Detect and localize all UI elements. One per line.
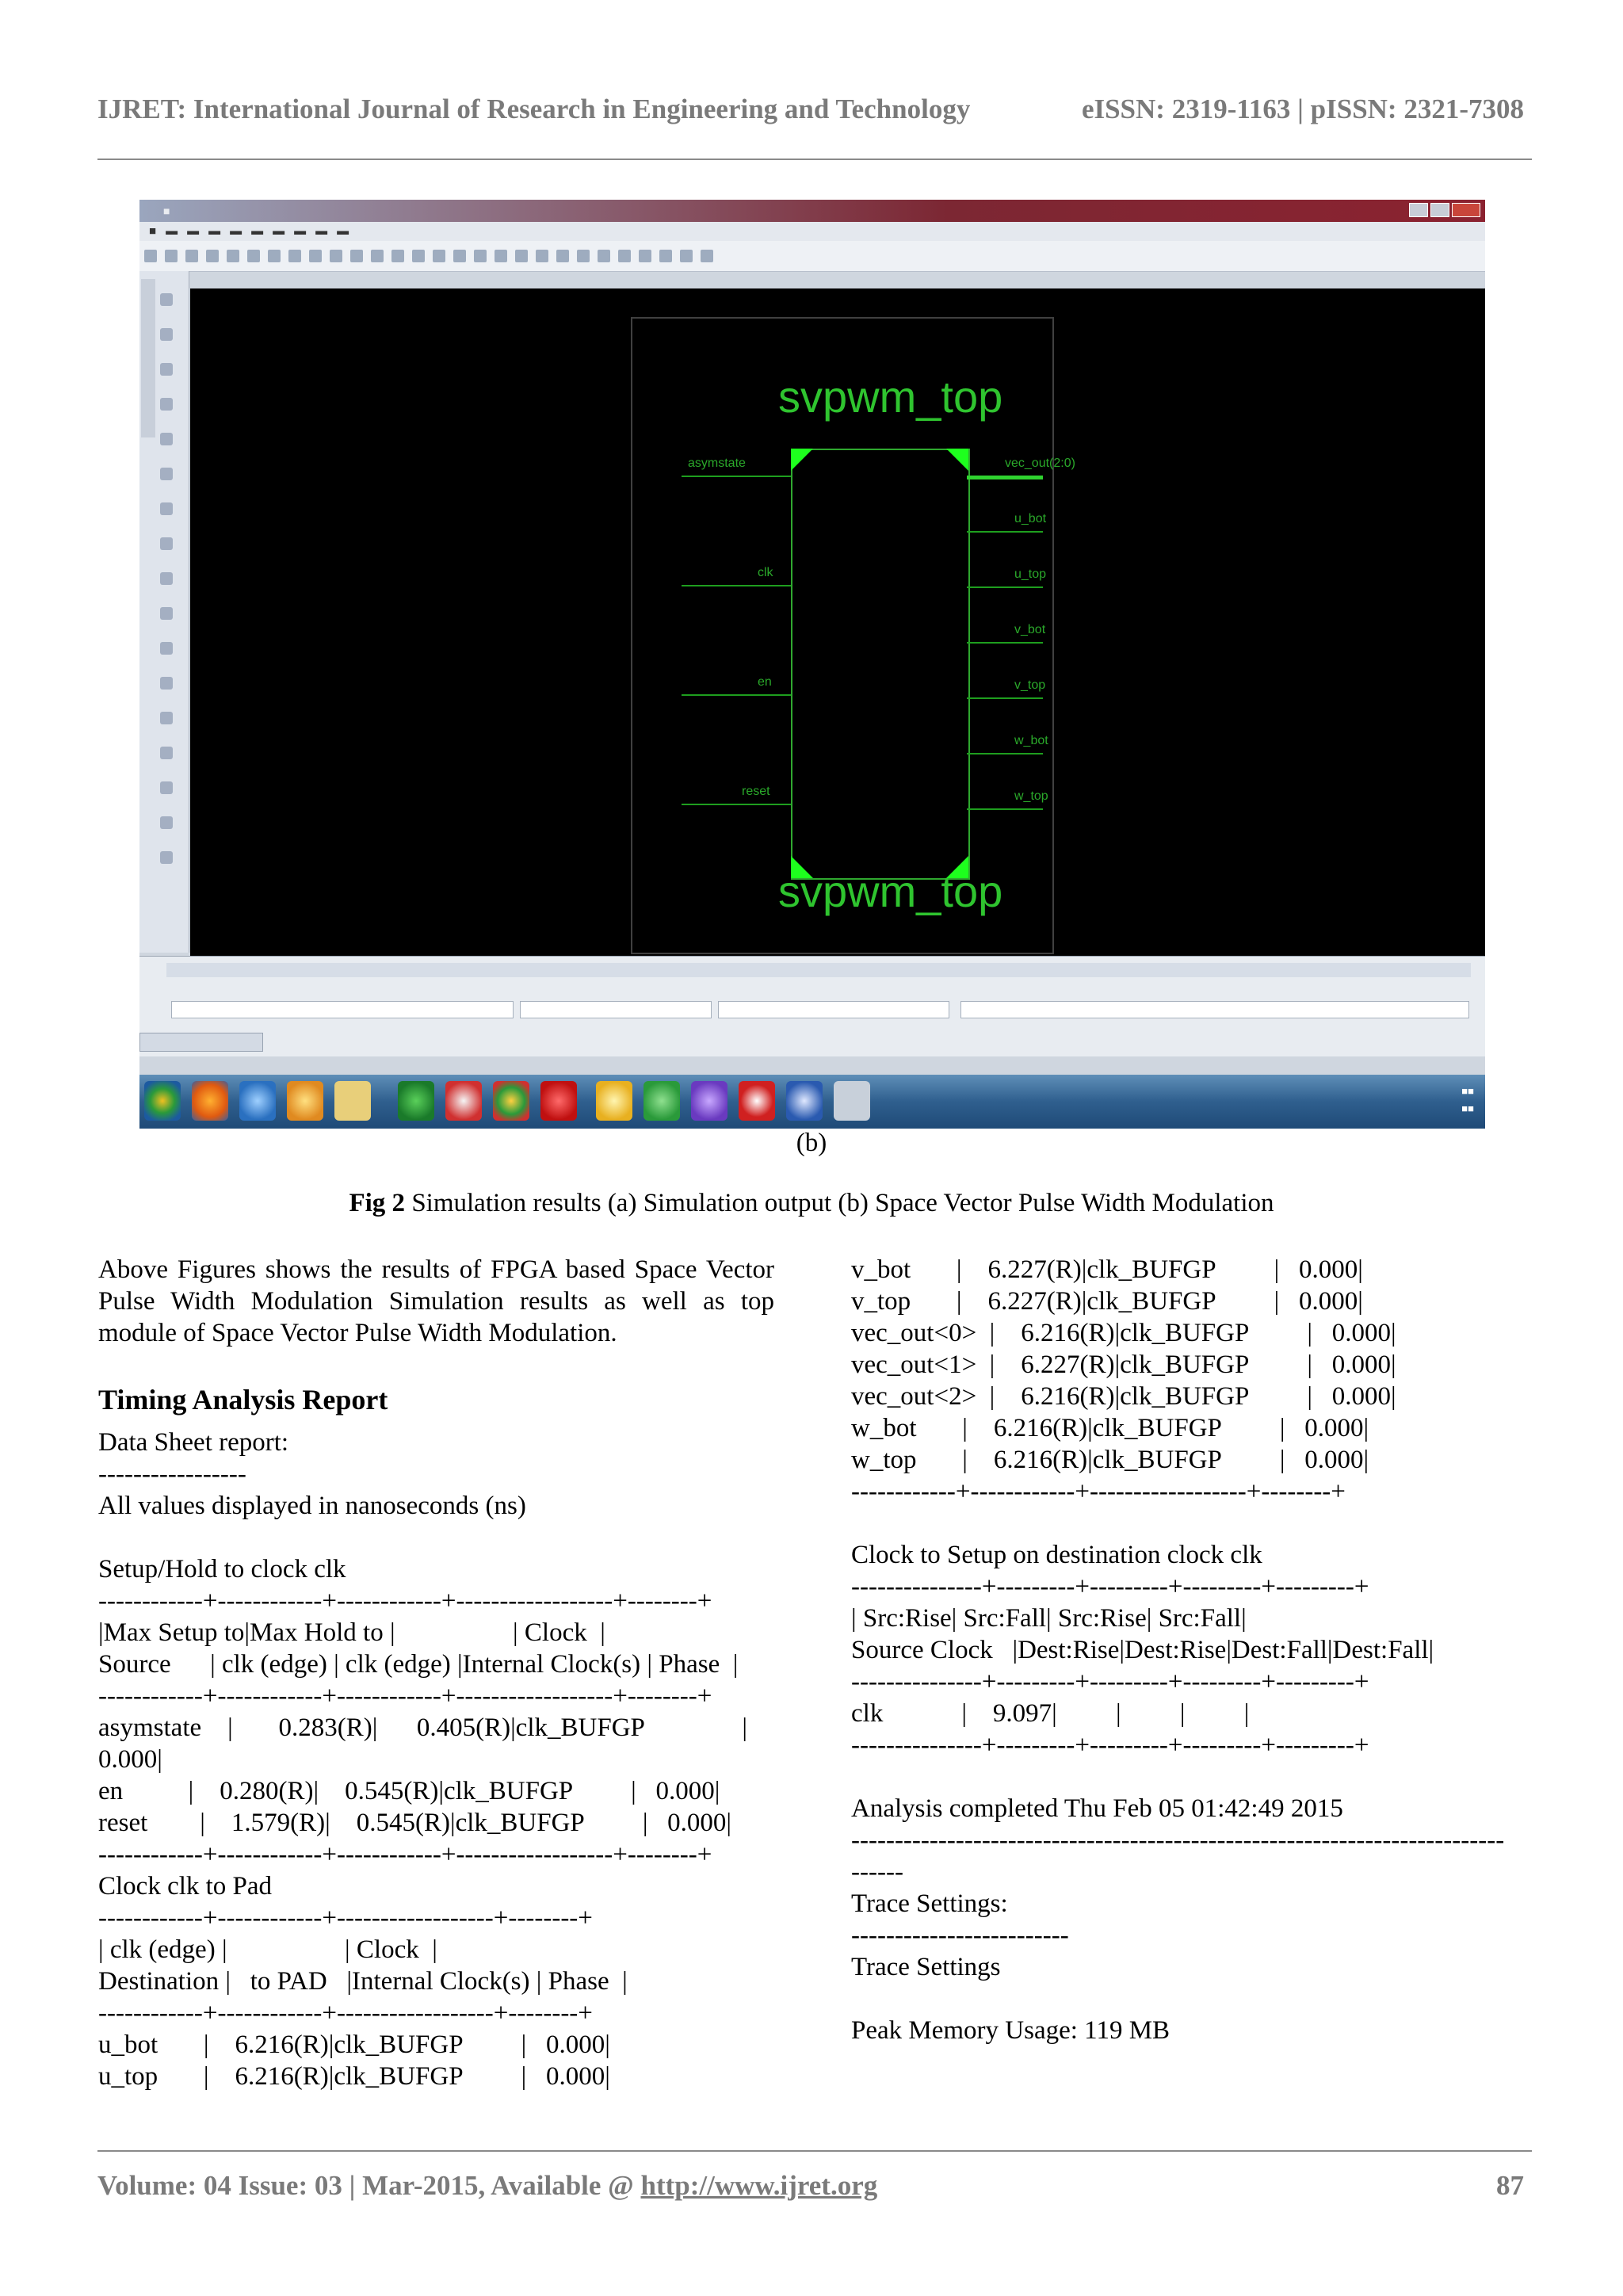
toolbar: [139, 241, 1485, 272]
report-line: [851, 1507, 1533, 1539]
report-line: ------: [851, 1858, 903, 1886]
timing-report-part2: v_bot | 6.227(R)|clk_BUFGP | 0.000| v_top…: [851, 1254, 1533, 2046]
block-name-bottom: svpwm_top: [778, 866, 1003, 916]
schematic-canvas: svpwm_top asymstate clk en reset vec_out…: [190, 288, 1485, 956]
report-line: en | 0.280(R)| 0.545(R)|clk_BUFGP | 0.00…: [98, 1777, 720, 1805]
header-rule: [97, 159, 1532, 160]
report-line: Source | clk (edge) | clk (edge) |Intern…: [98, 1650, 739, 1679]
block-symbol: [791, 449, 970, 880]
os-taskbar: ■■ ■■: [139, 1075, 1485, 1129]
pin-v-top: v_top: [1014, 678, 1046, 692]
report-line: w_bot | 6.216(R)|clk_BUFGP | 0.000|: [851, 1414, 1369, 1442]
pin-u-bot: u_bot: [1014, 512, 1047, 525]
footer-volume: Volume: 04 Issue: 03 | Mar-2015, Availab…: [97, 2170, 641, 2201]
report-line: [851, 1983, 1533, 2015]
report-line: asymstate | 0.283(R)| 0.405(R)|clk_BUFGP…: [98, 1713, 748, 1742]
report-line: vec_out<1> | 6.227(R)|clk_BUFGP | 0.000|: [851, 1350, 1396, 1379]
menu-bar: ■ ▬ ▬ ▬ ▬ ▬ ▬ ▬ ▬ ▬: [139, 222, 1485, 241]
block-name-top: svpwm_top: [778, 372, 1003, 422]
report-line: -------------------------: [851, 1921, 1069, 1950]
report-line: Peak Memory Usage: 119 MB: [851, 2016, 1170, 2045]
page-number: 87: [1496, 2170, 1524, 2201]
pin-v-bot: v_bot: [1014, 623, 1046, 636]
report-line: vec_out<0> | 6.216(R)|clk_BUFGP | 0.000|: [851, 1319, 1396, 1347]
report-line: ------------+------------+------------+-…: [98, 1840, 712, 1869]
pin-w-bot: w_bot: [1014, 734, 1048, 747]
report-line: Trace Settings:: [851, 1889, 1008, 1918]
report-line: w_top | 6.216(R)|clk_BUFGP | 0.000|: [851, 1446, 1369, 1474]
pin-en: en: [758, 675, 772, 689]
report-line: ------------+------------+------------+-…: [98, 1682, 712, 1710]
report-line: | Src:Rise| Src:Fall| Src:Rise| Src:Fall…: [851, 1604, 1247, 1633]
taskbar-clock: ■■ ■■: [1461, 1085, 1474, 1114]
report-line: All values displayed in nanoseconds (ns): [98, 1492, 526, 1520]
report-line: |Max Setup to|Max Hold to | | Clock |: [98, 1618, 605, 1647]
report-line: vec_out<2> | 6.216(R)|clk_BUFGP | 0.000|: [851, 1382, 1396, 1411]
running-footer: Volume: 04 Issue: 03 | Mar-2015, Availab…: [97, 2170, 1524, 2202]
pin-w-top: w_top: [1014, 789, 1048, 803]
report-line: clk | 9.097| | | |: [851, 1699, 1250, 1728]
figure-label: Fig 2: [349, 1189, 406, 1217]
report-line: Clock clk to Pad: [98, 1872, 273, 1901]
pin-clk: clk: [758, 566, 773, 579]
report-line: | clk (edge) | | Clock |: [98, 1935, 437, 1964]
left-tool-panel: [139, 271, 189, 953]
report-line: ---------------+---------+---------+----…: [851, 1572, 1369, 1601]
subfigure-label: (b): [796, 1129, 827, 1157]
report-line: ----------------------------------------…: [851, 1826, 1505, 1855]
report-line: ---------------+---------+---------+----…: [851, 1731, 1369, 1759]
report-line: u_bot | 6.216(R)|clk_BUFGP | 0.000|: [98, 2030, 610, 2059]
report-line: u_top | 6.216(R)|clk_BUFGP | 0.000|: [98, 2062, 610, 2091]
report-line: ------------+------------+--------------…: [98, 1999, 593, 2027]
report-line: v_bot | 6.227(R)|clk_BUFGP | 0.000|: [851, 1255, 1363, 1284]
timing-report-part1: Data Sheet report: ----------------- All v…: [98, 1427, 774, 2092]
report-line: Data Sheet report:: [98, 1428, 289, 1457]
report-line: [98, 1522, 774, 1553]
report-line: -----------------: [98, 1460, 246, 1488]
report-line: ------------+------------+--------------…: [851, 1477, 1346, 1506]
journal-name: IJRET: International Journal of Research…: [97, 94, 971, 124]
pin-u-top: u_top: [1014, 567, 1047, 581]
report-line: Analysis completed Thu Feb 05 01:42:49 2…: [851, 1794, 1343, 1823]
report-line: reset | 1.579(R)| 0.545(R)|clk_BUFGP | 0…: [98, 1809, 732, 1837]
window-titlebar: ■: [139, 200, 1485, 222]
window-controls: [1409, 203, 1480, 217]
running-header: IJRET: International Journal of Research…: [97, 94, 1524, 125]
report-line: Clock to Setup on destination clock clk: [851, 1541, 1262, 1569]
report-line: Trace Settings: [851, 1953, 1001, 1981]
report-line: ------------+------------+--------------…: [98, 1904, 593, 1932]
pin-reset: reset: [742, 785, 770, 798]
figure-caption-text: Simulation results (a) Simulation output…: [405, 1189, 1274, 1217]
section-heading: Timing Analysis Report: [98, 1384, 388, 1415]
report-line: ------------+------------+------------+-…: [98, 1587, 712, 1615]
figure-caption: Fig 2 Simulation results (a) Simulation …: [0, 1189, 1623, 1218]
report-line: [851, 1761, 1533, 1793]
report-line: ---------------+---------+---------+----…: [851, 1668, 1369, 1696]
report-line: v_top | 6.227(R)|clk_BUFGP | 0.000|: [851, 1287, 1363, 1316]
figure-screenshot: ■ ■ ▬ ▬ ▬ ▬ ▬ ▬ ▬ ▬ ▬ svpwm_top asymstate clk en …: [139, 200, 1485, 1129]
pin-asymstate: asymstate: [688, 457, 746, 470]
right-column: v_bot | 6.227(R)|clk_BUFGP | 0.000| v_top…: [851, 1254, 1533, 2046]
left-column: Above Figures shows the results of FPGA …: [98, 1254, 774, 2092]
pin-vec-out: vec_out(2:0): [1005, 457, 1075, 470]
design-objects-pane: [139, 956, 1485, 1056]
footer-url-link[interactable]: http://www.ijret.org: [640, 2170, 877, 2201]
report-line: Setup/Hold to clock clk: [98, 1555, 346, 1584]
report-line: Source Clock |Dest:Rise|Dest:Rise|Dest:F…: [851, 1636, 1434, 1664]
body-paragraph: Above Figures shows the results of FPGA …: [98, 1255, 774, 1347]
report-line: Destination | to PAD |Internal Clock(s) …: [98, 1967, 628, 1996]
report-line: 0.000|: [98, 1745, 162, 1774]
issn: eISSN: 2319-1163 | pISSN: 2321-7308: [1081, 94, 1524, 124]
footer-rule: [97, 2150, 1532, 2152]
